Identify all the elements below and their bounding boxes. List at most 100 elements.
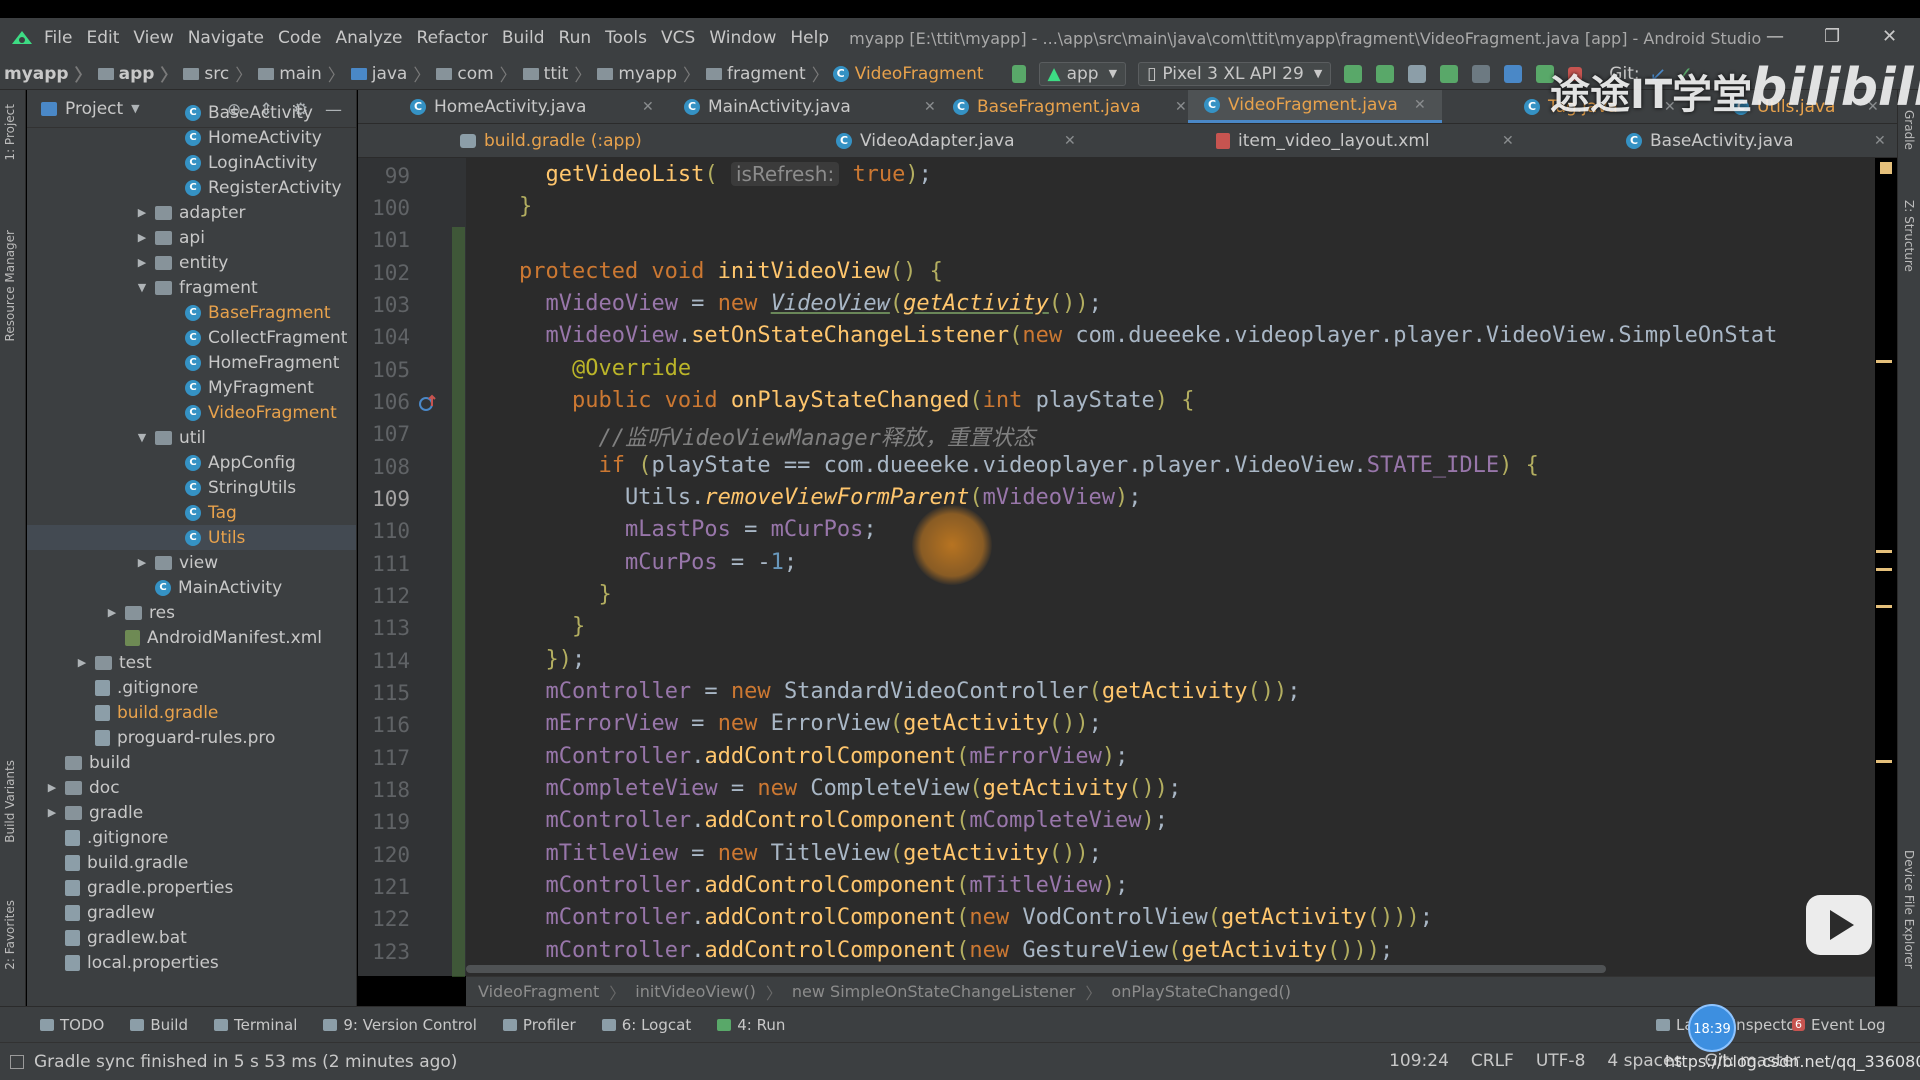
close-tab-icon[interactable]: ✕ (1414, 97, 1426, 113)
build-tool-button[interactable]: Build (130, 1016, 188, 1034)
tab-mainactivity[interactable]: C MainActivity.java ✕ (684, 90, 936, 123)
tree-item[interactable]: ▶ doc (27, 775, 356, 800)
tree-item[interactable]: C LoginActivity (27, 150, 356, 175)
close-tab-icon[interactable]: ✕ (642, 99, 654, 115)
breadcrumb-videofragment[interactable]: C VideoFragment (832, 64, 984, 84)
todo-tool-button[interactable]: TODO (40, 1016, 104, 1034)
menu-navigate[interactable]: Navigate (188, 28, 264, 48)
tree-item[interactable]: proguard-rules.pro (27, 725, 356, 750)
inspection-status-icon[interactable] (1880, 162, 1892, 174)
tree-item[interactable]: ▶ adapter (27, 200, 356, 225)
tree-item[interactable]: C HomeActivity (27, 125, 356, 150)
tree-item[interactable]: ▼ util (27, 425, 356, 450)
breadcrumb-fragment[interactable]: fragment 〉 (700, 61, 829, 86)
terminal-tool-button[interactable]: Terminal (213, 1016, 297, 1034)
menu-analyze[interactable]: Analyze (336, 28, 403, 48)
make-project-icon[interactable] (1011, 64, 1026, 83)
tree-item[interactable]: C HomeFragment (27, 350, 356, 375)
tree-item[interactable]: gradle.properties (27, 875, 356, 900)
tree-item[interactable]: C MainActivity (27, 575, 356, 600)
tree-item[interactable]: ▶ entity (27, 250, 356, 275)
structure-tool-tab[interactable]: Z: Structure (1902, 200, 1916, 272)
breadcrumb-ttit[interactable]: ttit 〉 (517, 61, 591, 86)
tree-item[interactable]: C RegisterActivity (27, 175, 356, 200)
close-window-icon[interactable]: ✕ (1882, 26, 1897, 47)
editor-crumb-method[interactable]: initVideoView() (635, 982, 756, 1001)
caret-position[interactable]: 109:24 (1389, 1051, 1449, 1071)
tree-item[interactable]: ▶ res (27, 600, 356, 625)
tab-build-gradle-app[interactable]: build.gradle (:app) (460, 124, 750, 157)
tree-item[interactable]: local.properties (27, 950, 356, 975)
tree-item[interactable]: build.gradle (27, 700, 356, 725)
file-encoding[interactable]: UTF-8 (1536, 1051, 1586, 1071)
menu-window[interactable]: Window (709, 28, 776, 48)
tree-item[interactable]: .gitignore (27, 675, 356, 700)
tab-basefragment[interactable]: C BaseFragment.java ✕ (953, 90, 1195, 123)
breadcrumb-project[interactable]: myapp 〉 (4, 61, 92, 87)
menu-code[interactable]: Code (278, 28, 322, 48)
collapsed-arrow-icon[interactable]: ▶ (105, 606, 119, 619)
scroll-marker[interactable] (1876, 360, 1892, 363)
code-editor[interactable]: getVideoList( isRefresh: true); } protec… (466, 158, 1875, 976)
expanded-arrow-icon[interactable]: ▼ (135, 281, 149, 294)
editor-crumb-class[interactable]: VideoFragment (478, 982, 599, 1001)
menu-edit[interactable]: Edit (86, 28, 119, 48)
tree-item[interactable]: ▼ fragment (27, 275, 356, 300)
close-tab-icon[interactable]: ✕ (1874, 133, 1886, 149)
tree-item[interactable]: C MyFragment (27, 375, 356, 400)
status-message[interactable]: Gradle sync finished in 5 s 53 ms (2 min… (34, 1052, 457, 1072)
run-tests-icon[interactable] (1408, 64, 1427, 83)
event-log-tool-button[interactable]: 6 Event Log (1792, 1016, 1886, 1034)
breadcrumb-main[interactable]: main 〉 (252, 61, 345, 86)
profiler-tool-button[interactable]: Profiler (502, 1016, 576, 1034)
breadcrumb-module[interactable]: app 〉 (92, 61, 177, 86)
collapsed-arrow-icon[interactable]: ▶ (135, 206, 149, 219)
tree-item[interactable]: AndroidManifest.xml (27, 625, 356, 650)
tree-item[interactable]: C BaseFragment (27, 300, 356, 325)
menu-vcs[interactable]: VCS (661, 28, 695, 48)
menu-file[interactable]: File (44, 28, 72, 48)
collapsed-arrow-icon[interactable]: ▶ (45, 806, 59, 819)
favorites-tool-tab[interactable]: 2: Favorites (3, 900, 17, 970)
tab-videoadapter[interactable]: C VideoAdapter.java ✕ (836, 124, 1086, 157)
apply-code-changes-icon[interactable] (1376, 64, 1395, 83)
tree-item[interactable]: C Tag (27, 500, 356, 525)
scroll-marker[interactable] (1876, 568, 1892, 571)
menu-refactor[interactable]: Refactor (417, 28, 488, 48)
project-tool-tab[interactable]: 1: Project (3, 104, 17, 161)
menu-tools[interactable]: Tools (605, 28, 647, 48)
build-variants-tool-tab[interactable]: Build Variants (3, 760, 17, 843)
debug-icon[interactable] (1440, 64, 1459, 83)
menu-build[interactable]: Build (502, 28, 545, 48)
menu-run[interactable]: Run (559, 28, 592, 48)
close-tab-icon[interactable]: ✕ (1064, 133, 1076, 149)
horizontal-scrollbar[interactable] (466, 965, 1606, 973)
scroll-marker[interactable] (1876, 605, 1892, 608)
restore-icon[interactable]: ❐ (1824, 26, 1840, 47)
vcs-change-marker[interactable] (452, 227, 465, 977)
breadcrumb-com[interactable]: com 〉 (430, 61, 517, 86)
breadcrumb-myapp[interactable]: myapp 〉 (591, 61, 700, 86)
editor-crumb-inner-method[interactable]: onPlayStateChanged() (1111, 982, 1291, 1001)
tree-item[interactable]: ▶ gradle (27, 800, 356, 825)
close-tab-icon[interactable]: ✕ (924, 99, 936, 115)
run-tool-button[interactable]: 4: Run (717, 1016, 785, 1034)
tree-item[interactable]: gradlew (27, 900, 356, 925)
close-tab-icon[interactable]: ✕ (1502, 133, 1514, 149)
version-control-tool-button[interactable]: 9: Version Control (323, 1016, 477, 1034)
menu-help[interactable]: Help (790, 28, 829, 48)
tree-item[interactable]: C BaseActivity (27, 100, 356, 125)
collapsed-arrow-icon[interactable]: ▶ (75, 656, 89, 669)
tree-item[interactable]: C StringUtils (27, 475, 356, 500)
tree-item[interactable]: ▶ view (27, 550, 356, 575)
minimize-icon[interactable]: — (1766, 26, 1784, 47)
breadcrumb-src[interactable]: src 〉 (177, 61, 252, 86)
editor-crumb-anonymous-class[interactable]: new SimpleOnStateChangeListener (792, 982, 1076, 1001)
menu-view[interactable]: View (133, 28, 173, 48)
override-method-icon[interactable] (416, 392, 440, 416)
tab-item-video-layout[interactable]: item_video_layout.xml ✕ (1216, 124, 1514, 157)
tree-item[interactable]: .gitignore (27, 825, 356, 850)
tree-item[interactable]: build (27, 750, 356, 775)
breadcrumb-java[interactable]: java 〉 (345, 61, 430, 86)
collapsed-arrow-icon[interactable]: ▶ (135, 556, 149, 569)
